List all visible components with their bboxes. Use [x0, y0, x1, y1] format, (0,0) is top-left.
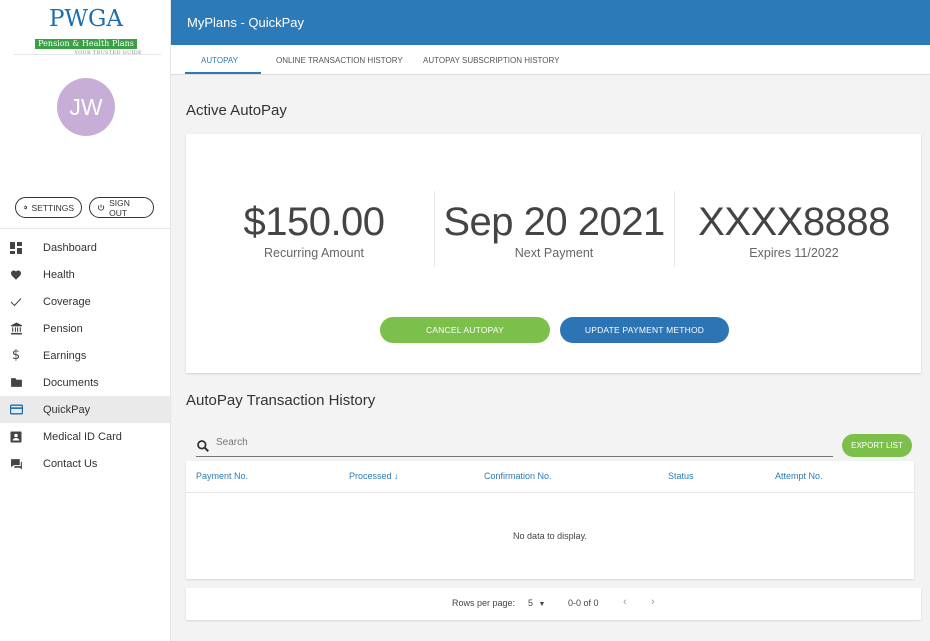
column-header-payment-no[interactable]: Payment No.: [196, 471, 248, 481]
transaction-table: Payment No. Processed ↓ Confirmation No.…: [186, 461, 914, 579]
sidebar-item-label: Health: [43, 268, 75, 281]
sidebar-item-pension[interactable]: Pension: [0, 315, 170, 342]
next-payment-stat: Sep 20 2021 Next Payment: [434, 200, 674, 260]
settings-label: SETTINGS: [31, 202, 74, 213]
next-page-button[interactable]: ›: [651, 596, 655, 608]
dashboard-icon: [9, 241, 23, 255]
pagination: Rows per page: 5 ▼ 0-0 of 0 ‹ ›: [186, 588, 921, 620]
pwga-logo[interactable]: PWGA Pension & Health Plans YOUR TRUSTED…: [30, 6, 142, 56]
rows-per-page-label: Rows per page:: [452, 598, 516, 608]
card-expiry: Expires 11/2022: [749, 246, 839, 260]
tab-autopay-subscription-history[interactable]: AUTOPAY SUBSCRIPTION HISTORY: [423, 45, 559, 75]
transaction-history: EXPORT LIST Payment No. Processed ↓ Conf…: [186, 424, 921, 624]
cancel-autopay-button[interactable]: CANCEL AUTOPAY: [380, 317, 550, 343]
tab-autopay[interactable]: AUTOPAY: [201, 45, 238, 75]
chat-icon: [9, 457, 23, 471]
export-list-button[interactable]: EXPORT LIST: [842, 434, 912, 457]
card-stat: XXXX8888 Expires 11/2022: [674, 200, 914, 260]
check-icon: [9, 295, 23, 309]
search-underline: [196, 456, 833, 457]
rows-per-page-value: 5: [528, 598, 534, 608]
sidebar-item-label: Dashboard: [43, 241, 97, 254]
search-input[interactable]: [216, 437, 816, 448]
sidebar-item-earnings[interactable]: $ Earnings: [0, 342, 170, 369]
logo-name: PWGA: [48, 6, 124, 32]
next-payment-label: Next Payment: [514, 246, 594, 260]
page-range: 0-0 of 0: [568, 598, 599, 608]
sidebar-item-health[interactable]: Health: [0, 261, 170, 288]
sidebar-item-documents[interactable]: Documents: [0, 369, 170, 396]
folder-icon: [9, 376, 23, 390]
autopay-card: $150.00 Recurring Amount Sep 20 2021 Nex…: [186, 134, 921, 373]
sidebar-item-label: QuickPay: [43, 403, 91, 416]
column-header-status[interactable]: Status: [668, 471, 694, 481]
sidebar-item-label: Contact Us: [43, 457, 98, 470]
masked-card-number: XXXX8888: [698, 200, 890, 244]
sidebar-nav: Dashboard Health Coverage Pension $ Earn…: [0, 234, 170, 477]
divider: [14, 54, 161, 55]
sidebar-item-label: Pension: [43, 322, 83, 335]
logo-subtitle: Pension & Health Plans: [35, 39, 137, 49]
recurring-amount-label: Recurring Amount: [263, 246, 365, 260]
active-tab-indicator: [185, 72, 261, 74]
sidebar: PWGA Pension & Health Plans YOUR TRUSTED…: [0, 0, 171, 641]
sidebar-item-label: Coverage: [43, 295, 91, 308]
rows-per-page-select[interactable]: 5 ▼: [528, 598, 545, 608]
credit-card-icon: [9, 403, 23, 417]
sidebar-item-contact-us[interactable]: Contact Us: [0, 450, 170, 477]
sidebar-item-medical-id-card[interactable]: Medical ID Card: [0, 423, 170, 450]
power-icon: [97, 204, 105, 211]
gear-icon: [23, 205, 28, 210]
recurring-amount-stat: $150.00 Recurring Amount: [194, 200, 434, 260]
divider: [186, 492, 914, 493]
sidebar-item-dashboard[interactable]: Dashboard: [0, 234, 170, 261]
divider: [0, 228, 170, 229]
id-card-icon: [9, 430, 23, 444]
recurring-amount: $150.00: [243, 200, 385, 244]
sidebar-item-label: Earnings: [43, 349, 87, 362]
sidebar-item-coverage[interactable]: Coverage: [0, 288, 170, 315]
section-title: Active AutoPay: [186, 102, 287, 119]
dollar-icon: $: [11, 348, 21, 363]
tab-bar: AUTOPAY ONLINE TRANSACTION HISTORY AUTOP…: [171, 45, 930, 75]
sidebar-item-label: Medical ID Card: [43, 430, 122, 443]
logo-tagline: YOUR TRUSTED GUIDE: [74, 50, 142, 56]
empty-state-message: No data to display.: [513, 531, 587, 541]
page-title: MyPlans - QuickPay: [187, 15, 305, 30]
previous-page-button[interactable]: ‹: [623, 596, 627, 608]
column-header-attempt-no[interactable]: Attempt No.: [775, 471, 823, 481]
update-payment-method-button[interactable]: UPDATE PAYMENT METHOD: [560, 317, 729, 343]
sign-out-label: SIGN OUT: [109, 197, 130, 218]
caret-down-icon: ▼: [538, 601, 546, 608]
settings-button[interactable]: SETTINGS: [15, 197, 82, 218]
next-payment-date: Sep 20 2021: [443, 200, 665, 244]
heart-icon: [9, 268, 23, 282]
bank-icon: [9, 322, 23, 336]
section-title: AutoPay Transaction History: [186, 392, 376, 409]
avatar[interactable]: JW: [57, 78, 115, 136]
sign-out-button[interactable]: SIGN OUT: [89, 197, 154, 218]
sidebar-item-label: Documents: [43, 376, 99, 389]
sidebar-item-quickpay[interactable]: QuickPay: [0, 396, 170, 423]
column-header-processed[interactable]: Processed ↓: [349, 471, 399, 481]
app-header: MyPlans - QuickPay: [171, 0, 930, 45]
tab-online-transaction-history[interactable]: ONLINE TRANSACTION HISTORY: [276, 45, 403, 75]
search-icon: [197, 440, 209, 452]
column-header-confirmation-no[interactable]: Confirmation No.: [484, 471, 552, 481]
